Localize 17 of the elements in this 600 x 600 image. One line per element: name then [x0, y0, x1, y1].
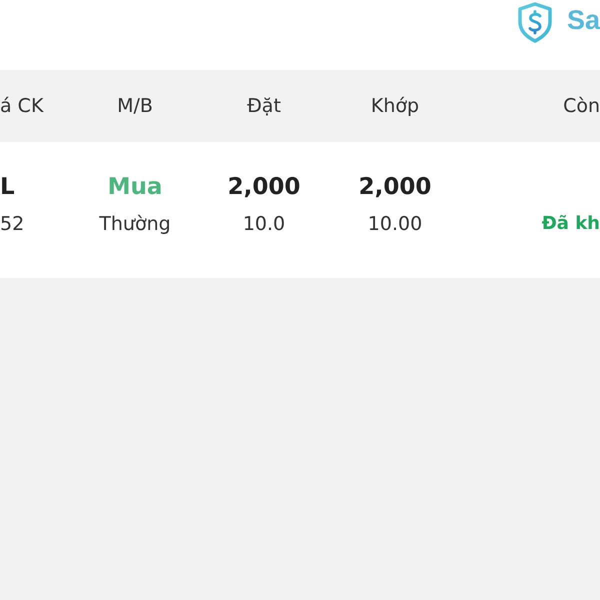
brand-name: Sa: [566, 5, 600, 36]
column-header: Còn: [563, 95, 600, 117]
column-header: Khớp: [370, 95, 420, 117]
shield-dollar-icon: [516, 2, 553, 43]
column-header: M/B: [117, 95, 153, 117]
order-type: Thường: [99, 212, 171, 235]
order-side: Mua: [108, 174, 162, 200]
quantity-value: 2,000: [228, 174, 300, 200]
order-status: Đã kh: [542, 212, 600, 234]
order-row[interactable]: L 52 Mua Thường 2,000 10.0 2,000 10.00 Đã kh: [0, 142, 600, 278]
price-value: 10.0: [242, 212, 286, 235]
stock-code: L: [0, 174, 15, 200]
column-header: Đặt: [247, 95, 281, 117]
quantity-value: 2,000: [358, 174, 432, 200]
order-time: 52: [0, 212, 24, 235]
price-value: 10.00: [368, 212, 422, 235]
column-header: á CK: [0, 95, 44, 117]
